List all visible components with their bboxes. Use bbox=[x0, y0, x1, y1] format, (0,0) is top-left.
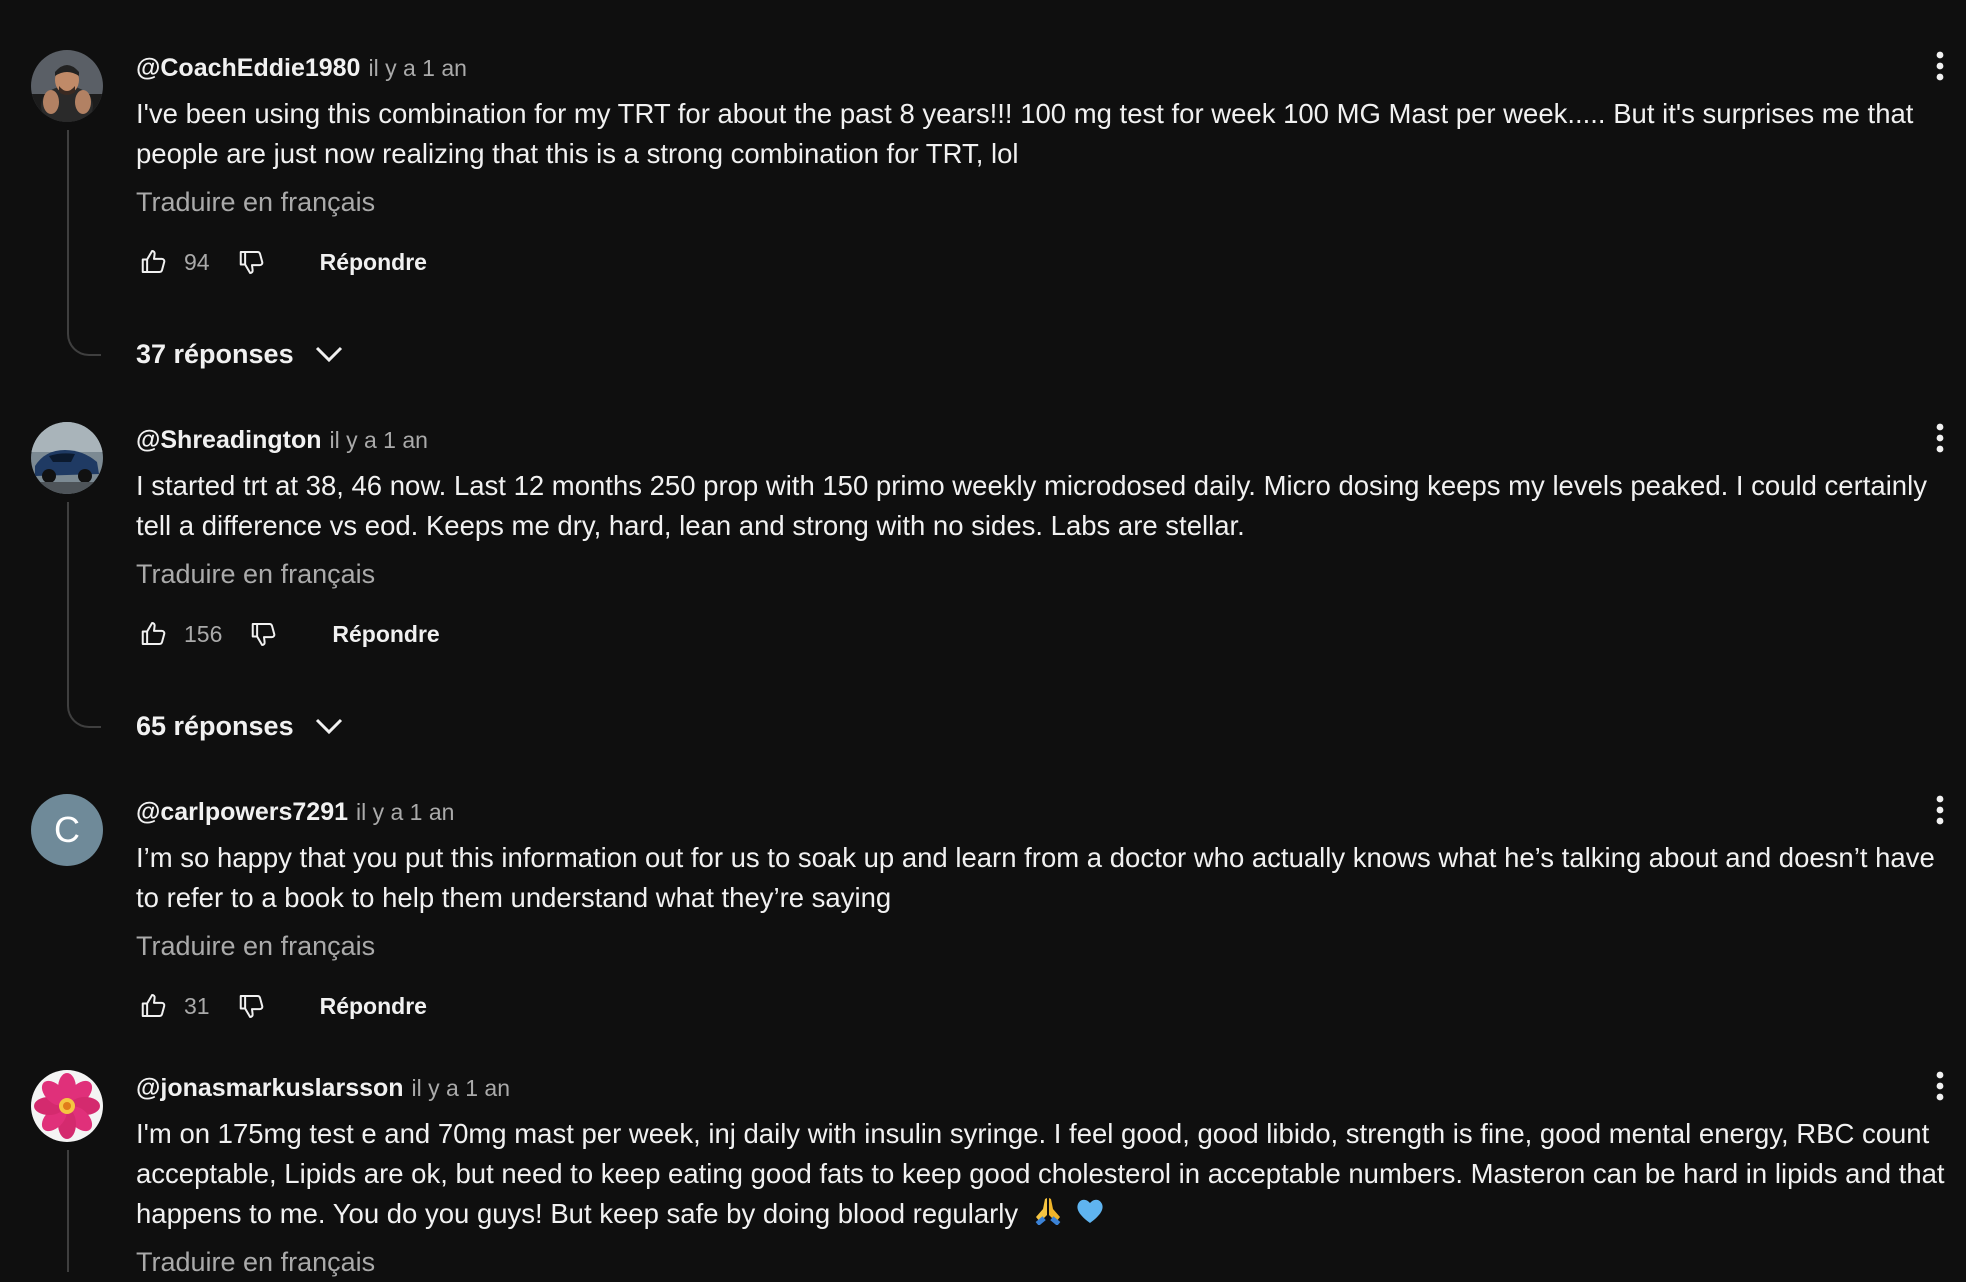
more-options-button[interactable] bbox=[1928, 418, 1952, 458]
avatar[interactable]: C bbox=[31, 794, 103, 866]
photo-car-icon bbox=[31, 422, 103, 494]
dislike-button[interactable] bbox=[234, 986, 270, 1026]
comment-text-line: happens to me. You do you guys! But keep… bbox=[136, 1198, 1019, 1229]
comment-text: I've been using this combination for my … bbox=[136, 94, 1966, 174]
thumb-down-icon bbox=[239, 251, 263, 274]
comment-header: @carlpowers7291 il y a 1 an bbox=[136, 796, 454, 832]
translate-button[interactable]: Traduire en français bbox=[136, 554, 375, 594]
comment-actions: 31 Répondre bbox=[136, 986, 427, 1026]
blue-heart-icon bbox=[1075, 1196, 1105, 1236]
avatar[interactable] bbox=[31, 422, 103, 494]
author-name[interactable]: @CoachEddie1980 bbox=[136, 54, 360, 82]
replies-count: 37 réponses bbox=[136, 338, 294, 369]
view-replies-button[interactable]: 65 réponses bbox=[136, 706, 344, 746]
comment-actions: 156 Répondre bbox=[136, 614, 440, 654]
photo-flower-icon bbox=[31, 1070, 103, 1142]
comment-time[interactable]: il y a 1 an bbox=[412, 1075, 510, 1101]
comment-time[interactable]: il y a 1 an bbox=[368, 55, 466, 81]
reply-button[interactable]: Répondre bbox=[320, 993, 427, 1020]
thread-line bbox=[67, 130, 101, 356]
comment-time[interactable]: il y a 1 an bbox=[330, 427, 428, 453]
like-count: 94 bbox=[184, 248, 210, 275]
comment-text-line: tell a difference vs eod. Keeps me dry, … bbox=[136, 510, 1245, 541]
comment-text-line: I've been using this combination for my … bbox=[136, 98, 1914, 129]
chevron-down-icon bbox=[314, 716, 344, 736]
comment-header: @Shreadington il y a 1 an bbox=[136, 424, 428, 460]
reply-button[interactable]: Répondre bbox=[332, 621, 439, 648]
thread-line bbox=[67, 1150, 101, 1272]
photo-man-icon bbox=[31, 50, 103, 122]
like-count: 31 bbox=[184, 992, 210, 1019]
more-vert-icon bbox=[1936, 1071, 1944, 1101]
replies-count: 65 réponses bbox=[136, 710, 294, 741]
comment-text-line: I started trt at 38, 46 now. Last 12 mon… bbox=[136, 470, 1927, 501]
comment-header: @jonasmarkuslarsson il y a 1 an bbox=[136, 1072, 510, 1108]
comment-text-line: people are just now realizing that this … bbox=[136, 138, 1019, 169]
more-vert-icon bbox=[1936, 795, 1944, 825]
like-button[interactable] bbox=[136, 986, 172, 1026]
chevron-down-icon bbox=[314, 344, 344, 364]
more-options-button[interactable] bbox=[1928, 46, 1952, 86]
view-replies-button[interactable]: 37 réponses bbox=[136, 334, 344, 374]
comment-header: @CoachEddie1980 il y a 1 an bbox=[136, 52, 467, 88]
comment-text-line: I'm on 175mg test e and 70mg mast per we… bbox=[136, 1118, 1930, 1149]
thumb-down-icon bbox=[252, 623, 276, 646]
author-name[interactable]: @Shreadington bbox=[136, 426, 322, 454]
translate-button[interactable]: Traduire en français bbox=[136, 926, 375, 966]
thumb-up-icon bbox=[141, 250, 166, 273]
more-vert-icon bbox=[1936, 423, 1944, 453]
folded-hands-icon bbox=[1034, 1195, 1062, 1236]
comment-text-line: acceptable, Lipids are ok, but need to k… bbox=[136, 1158, 1945, 1189]
author-name[interactable]: @carlpowers7291 bbox=[136, 798, 348, 826]
author-name[interactable]: @jonasmarkuslarsson bbox=[136, 1074, 404, 1102]
dislike-button[interactable] bbox=[234, 242, 270, 282]
thumb-down-icon bbox=[239, 995, 263, 1018]
reply-button[interactable]: Répondre bbox=[320, 249, 427, 276]
more-options-button[interactable] bbox=[1928, 1066, 1952, 1106]
translate-button[interactable]: Traduire en français bbox=[136, 182, 375, 222]
like-count: 156 bbox=[184, 620, 223, 647]
more-vert-icon bbox=[1936, 51, 1944, 81]
dislike-button[interactable] bbox=[246, 614, 282, 654]
comment-text: I'm on 175mg test e and 70mg mast per we… bbox=[136, 1114, 1966, 1236]
comment-text: I’m so happy that you put this informati… bbox=[136, 838, 1966, 918]
comment-text-line-with-emoji: happens to me. You do you guys! But keep… bbox=[136, 1194, 1966, 1236]
thumb-up-icon bbox=[141, 994, 166, 1017]
comment-text-line: I’m so happy that you put this informati… bbox=[136, 842, 1935, 873]
like-button[interactable] bbox=[136, 614, 172, 654]
translate-button[interactable]: Traduire en français bbox=[136, 1242, 375, 1282]
like-button[interactable] bbox=[136, 242, 172, 282]
thread-line bbox=[67, 502, 101, 728]
more-options-button[interactable] bbox=[1928, 790, 1952, 830]
thumb-up-icon bbox=[141, 622, 166, 645]
comment-text-line: to refer to a book to help them understa… bbox=[136, 882, 892, 913]
avatar[interactable] bbox=[31, 50, 103, 122]
comment-text: I started trt at 38, 46 now. Last 12 mon… bbox=[136, 466, 1966, 546]
comment-actions: 94 Répondre bbox=[136, 242, 427, 282]
comment-time[interactable]: il y a 1 an bbox=[356, 799, 454, 825]
avatar[interactable] bbox=[31, 1070, 103, 1142]
